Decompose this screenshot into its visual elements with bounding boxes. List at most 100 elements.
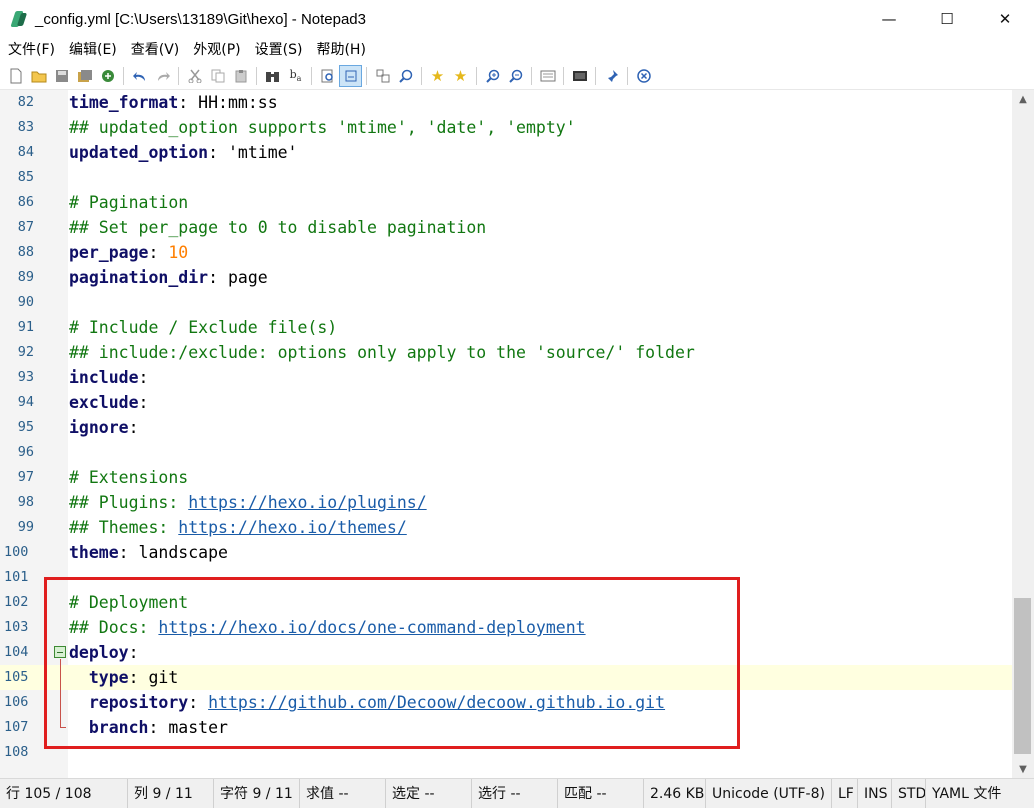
line-number: 94	[17, 394, 34, 410]
open-folder-icon[interactable]	[27, 65, 50, 87]
find-icon[interactable]	[261, 65, 284, 87]
status-file-size[interactable]: 2.46 KB	[644, 779, 706, 808]
redo-icon[interactable]	[151, 65, 174, 87]
line-number: 98	[17, 494, 34, 510]
line-number: 92	[17, 344, 34, 360]
zoom-find-icon[interactable]	[394, 65, 417, 87]
add-favorite-icon[interactable]: ★	[449, 65, 472, 87]
code-line: 99 ## Themes: https://hexo.io/themes/	[0, 515, 1012, 540]
line-number: 103	[4, 619, 29, 635]
scroll-up-icon[interactable]: ▲	[1012, 90, 1034, 108]
toggle-fold-icon[interactable]	[371, 65, 394, 87]
menu-view[interactable]: 查看(V)	[124, 38, 187, 62]
yaml-number: 10	[168, 243, 189, 262]
toolbar-separator	[421, 66, 422, 85]
toolbar-separator	[476, 66, 477, 85]
line-number: 106	[4, 694, 29, 710]
goto-icon[interactable]	[316, 65, 339, 87]
save-icon[interactable]	[50, 65, 73, 87]
exit-icon[interactable]	[632, 65, 655, 87]
save-as-icon[interactable]	[73, 65, 96, 87]
line-number: 87	[17, 219, 34, 235]
scheme-icon[interactable]	[536, 65, 559, 87]
line-number: 83	[17, 119, 34, 135]
yaml-key: theme	[69, 543, 119, 562]
code-line: 91 # Include / Exclude file(s)	[0, 315, 1012, 340]
word-wrap-icon[interactable]	[339, 64, 362, 87]
editor[interactable]: 82 time_format: HH:mm:ss 83 ## updated_opt…	[0, 90, 1012, 778]
toolbar-separator	[311, 66, 312, 85]
yaml-comment: ## Set per_page to 0 to disable paginati…	[69, 218, 487, 237]
code-line: 86 # Pagination	[0, 190, 1012, 215]
menu-help[interactable]: 帮助(H)	[309, 38, 372, 62]
menu-appearance[interactable]: 外观(P)	[186, 38, 247, 62]
status-std[interactable]: STD	[892, 779, 926, 808]
toolbar-separator	[627, 66, 628, 85]
toolbar-separator	[123, 66, 124, 85]
code-line: 84 updated_option: 'mtime'	[0, 140, 1012, 165]
close-button[interactable]: ✕	[976, 0, 1034, 38]
paste-icon[interactable]	[229, 65, 252, 87]
yaml-comment: ## include:/exclude: options only apply …	[69, 343, 695, 362]
code-line: 100 theme: landscape	[0, 540, 1012, 565]
browse-icon[interactable]	[96, 65, 119, 87]
code-line: 83 ## updated_option supports 'mtime', 'd…	[0, 115, 1012, 140]
close-icon: ✕	[998, 10, 1012, 28]
customize-scheme-icon[interactable]	[568, 65, 591, 87]
yaml-key: time_format	[69, 93, 179, 112]
toolbar-separator	[178, 66, 179, 85]
line-number: 88	[17, 244, 34, 260]
scrollbar-thumb[interactable]	[1014, 598, 1031, 754]
new-file-icon[interactable]	[4, 65, 27, 87]
scroll-down-icon[interactable]: ▼	[1012, 760, 1034, 778]
minimize-button[interactable]: —	[860, 0, 918, 38]
line-number: 101	[4, 569, 29, 585]
line-number: 86	[17, 194, 34, 210]
status-bar: 行 105 / 108 列 9 / 11 字符 9 / 11 求值 -- 选定 …	[0, 778, 1034, 808]
line-number: 82	[17, 94, 34, 110]
zoom-out-icon[interactable]	[504, 65, 527, 87]
yaml-key: updated_option	[69, 143, 209, 162]
line-number: 102	[4, 594, 29, 610]
status-lexer[interactable]: YAML 文件	[926, 779, 1016, 808]
status-eol[interactable]: LF	[832, 779, 858, 808]
menu-settings[interactable]: 设置(S)	[248, 38, 310, 62]
cut-icon[interactable]	[183, 65, 206, 87]
yaml-key: ignore	[69, 418, 129, 437]
favorites-icon[interactable]: ★	[426, 65, 449, 87]
status-eval[interactable]: 求值 --	[300, 779, 386, 808]
annotation-highlight-box	[44, 577, 740, 749]
status-column[interactable]: 列 9 / 11	[128, 779, 214, 808]
line-number: 91	[17, 319, 34, 335]
toolbar-separator	[366, 66, 367, 85]
replace-icon[interactable]: ba	[284, 65, 307, 87]
menu-file[interactable]: 文件(F)	[1, 38, 62, 62]
url-link[interactable]: https://hexo.io/plugins/	[188, 493, 426, 512]
status-line[interactable]: 行 105 / 108	[0, 779, 128, 808]
vertical-scrollbar[interactable]: ▲ ▼	[1012, 90, 1034, 778]
zoom-in-icon[interactable]	[481, 65, 504, 87]
status-match[interactable]: 匹配 --	[558, 779, 644, 808]
menu-edit[interactable]: 编辑(E)	[62, 38, 124, 62]
status-encoding[interactable]: Unicode (UTF-8)	[706, 779, 832, 808]
status-ins[interactable]: INS	[858, 779, 892, 808]
yaml-key: exclude	[69, 393, 139, 412]
toolbar-separator	[256, 66, 257, 85]
window-title: _config.yml [C:\Users\13189\Git\hexo] - …	[35, 10, 366, 28]
status-char[interactable]: 字符 9 / 11	[214, 779, 300, 808]
maximize-button[interactable]: ☐	[918, 0, 976, 38]
copy-icon[interactable]	[206, 65, 229, 87]
yaml-comment: # Include / Exclude file(s)	[69, 318, 338, 337]
yaml-value: HH:mm:ss	[198, 93, 278, 112]
maximize-icon: ☐	[940, 10, 954, 28]
url-link[interactable]: https://hexo.io/themes/	[178, 518, 406, 537]
yaml-key: include	[69, 368, 139, 387]
status-selection[interactable]: 选定 --	[386, 779, 472, 808]
undo-icon[interactable]	[128, 65, 151, 87]
status-selected-lines[interactable]: 选行 --	[472, 779, 558, 808]
line-number: 89	[17, 269, 34, 285]
minimize-icon: —	[881, 10, 897, 28]
pin-icon[interactable]	[600, 65, 623, 87]
line-number: 104	[4, 644, 29, 660]
code-line: 90	[0, 290, 1012, 315]
